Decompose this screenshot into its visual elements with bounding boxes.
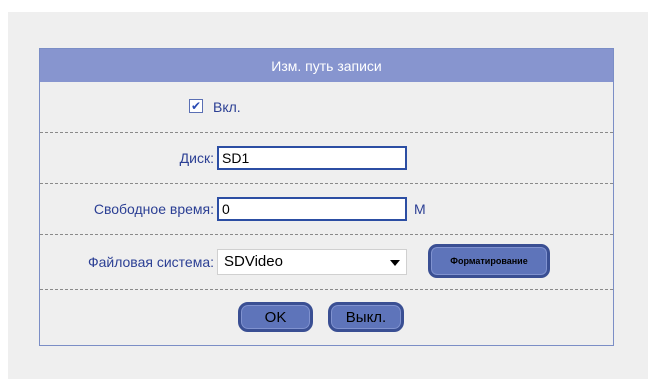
filesystem-selected-value: SDVideo [224, 253, 283, 270]
free-time-unit: M [414, 201, 426, 217]
enable-checkbox[interactable]: ✔ [189, 99, 203, 113]
triangle-down-icon [390, 260, 400, 266]
filesystem-label: Файловая система: [87, 254, 214, 270]
free-time-label: Свободное время: [93, 201, 214, 217]
dialog-title: Изм. путь записи [40, 49, 613, 82]
off-button[interactable]: Выкл. [328, 302, 404, 332]
buttons-row: OK Выкл. [40, 290, 613, 346]
filesystem-select[interactable]: SDVideo [217, 249, 407, 275]
free-time-input[interactable]: 0 [217, 197, 407, 221]
enable-row: ✔ Вкл. [40, 82, 613, 133]
filesystem-row: Файловая система: SDVideo Форматирование [40, 235, 613, 290]
format-button[interactable]: Форматирование [428, 244, 550, 278]
disk-row: Диск: SD1 [40, 133, 613, 184]
disk-input[interactable]: SD1 [217, 146, 407, 170]
checkmark-icon: ✔ [190, 99, 202, 113]
disk-label: Диск: [179, 150, 214, 166]
record-path-dialog: Изм. путь записи ✔ Вкл. Диск: SD1 Свобод… [39, 48, 614, 346]
enable-label: Вкл. [213, 99, 241, 115]
free-time-row: Свободное время: 0 M [40, 184, 613, 235]
ok-button[interactable]: OK [238, 302, 313, 332]
